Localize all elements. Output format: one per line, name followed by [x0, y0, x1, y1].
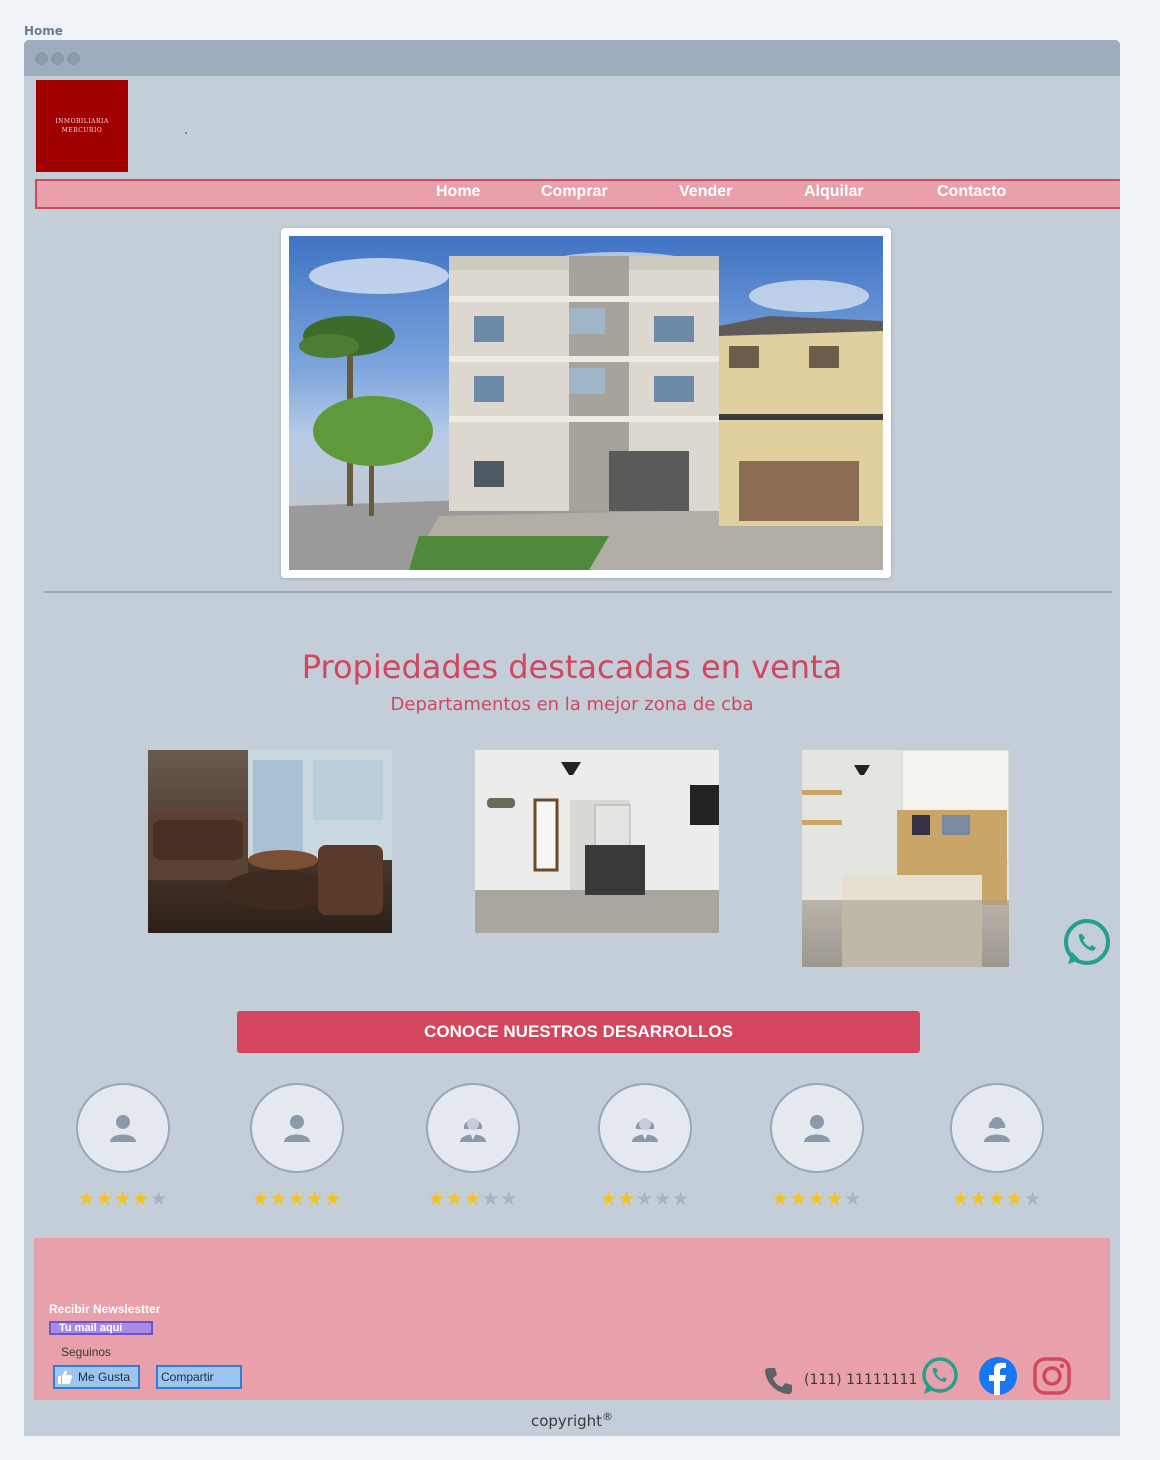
phone-icon[interactable] — [764, 1365, 794, 1395]
star-icon: ★ — [826, 1188, 845, 1210]
star-icon: ★ — [789, 1188, 808, 1210]
window-dot-icon[interactable] — [51, 52, 64, 65]
window-dot-icon[interactable] — [35, 52, 48, 65]
window-dot-icon[interactable] — [67, 52, 80, 65]
star-icon: ★ — [482, 1188, 501, 1210]
agent-rating: ★★★★★ — [73, 1189, 173, 1209]
property-photo-bedroom[interactable] — [802, 750, 1009, 967]
star-icon: ★ — [95, 1188, 114, 1210]
nav-home[interactable]: Home — [436, 183, 480, 201]
star-icon: ★ — [427, 1188, 446, 1210]
like-button[interactable]: Me Gusta — [53, 1365, 140, 1389]
star-icon: ★ — [77, 1188, 96, 1210]
star-icon: ★ — [463, 1188, 483, 1210]
female-agent-icon — [632, 1118, 658, 1142]
star-icon: ★ — [113, 1188, 133, 1210]
star-icon: ★ — [599, 1188, 618, 1210]
star-icon: ★ — [306, 1188, 325, 1210]
agent-rating: ★★★★★ — [767, 1189, 867, 1209]
star-icon: ★ — [1024, 1188, 1043, 1210]
copyright: copyright® — [24, 1410, 1120, 1430]
star-icon: ★ — [150, 1188, 169, 1210]
thumbs-up-icon — [58, 1370, 72, 1384]
user-icon — [284, 1115, 310, 1142]
agent-avatar[interactable] — [950, 1083, 1044, 1173]
section-subtitle: Departamentos en la mejor zona de cba — [390, 694, 754, 715]
star-icon: ★ — [500, 1188, 519, 1210]
agent-rating: ★★★★★ — [423, 1189, 523, 1209]
newsletter-label: Recibir Newslestter — [49, 1302, 161, 1316]
logo-line-1: INMOBILIARIA — [55, 118, 109, 125]
site-logo[interactable]: INMOBILIARIA MERCURIO — [36, 80, 128, 172]
star-icon: ★ — [287, 1188, 307, 1210]
like-label: Me Gusta — [78, 1370, 131, 1384]
star-icon: ★ — [844, 1188, 863, 1210]
agent-card: ★★★★★ — [73, 1083, 173, 1209]
agent-avatar[interactable] — [426, 1083, 520, 1173]
star-icon: ★ — [132, 1188, 151, 1210]
star-icon: ★ — [951, 1188, 970, 1210]
star-icon: ★ — [635, 1188, 655, 1210]
whatsapp-icon[interactable] — [920, 1356, 960, 1396]
nav-contacto[interactable]: Contacto — [937, 183, 1006, 201]
star-icon: ★ — [672, 1188, 691, 1210]
star-icon: ★ — [987, 1188, 1007, 1210]
share-button[interactable]: Compartir — [156, 1365, 242, 1389]
property-photo-living-room[interactable] — [148, 750, 392, 933]
star-icon: ★ — [807, 1188, 827, 1210]
agent-avatar[interactable] — [250, 1083, 344, 1173]
hero-frame — [281, 228, 891, 578]
nav-comprar[interactable]: Comprar — [541, 183, 608, 201]
agent-rating: ★★★★★ — [595, 1189, 695, 1209]
agent-avatar[interactable] — [770, 1083, 864, 1173]
developments-button[interactable]: CONOCE NUESTROS DESARROLLOS — [237, 1011, 920, 1053]
agent-card: ★★★★★ — [423, 1083, 523, 1209]
facebook-icon[interactable] — [978, 1356, 1018, 1396]
share-label: Compartir — [161, 1370, 214, 1384]
property-photo-kitchen[interactable] — [475, 750, 719, 933]
star-icon: ★ — [324, 1188, 343, 1210]
nav-alquilar[interactable]: Alquilar — [804, 183, 864, 201]
decorative-dot — [185, 132, 187, 134]
star-icon: ★ — [617, 1188, 636, 1210]
breadcrumb[interactable]: Home — [24, 24, 63, 38]
agent-avatar[interactable] — [76, 1083, 170, 1173]
user-icon — [804, 1115, 830, 1142]
agent-card: ★★★★★ — [947, 1083, 1047, 1209]
section-divider — [44, 591, 1112, 593]
main-nav: Home Comprar Vender Alquilar Contacto — [35, 179, 1120, 209]
agent-rating: ★★★★★ — [247, 1189, 347, 1209]
agent-rating: ★★★★★ — [947, 1189, 1047, 1209]
browser-window: INMOBILIARIA MERCURIO Home Comprar Vende… — [24, 40, 1120, 1436]
star-icon: ★ — [269, 1188, 288, 1210]
whatsapp-float-icon[interactable] — [1062, 918, 1112, 968]
section-title: Propiedades destacadas en venta — [301, 648, 843, 686]
star-icon: ★ — [1006, 1188, 1025, 1210]
follow-label: Seguinos — [61, 1345, 112, 1359]
instagram-icon[interactable] — [1032, 1356, 1072, 1396]
phone-number: (111) 11111111 — [804, 1372, 918, 1388]
agent-card: ★★★★★ — [247, 1083, 347, 1209]
nav-vender[interactable]: Vender — [679, 183, 732, 201]
star-icon: ★ — [969, 1188, 988, 1210]
female-user-icon — [984, 1117, 1010, 1142]
female-agent-icon — [460, 1118, 486, 1142]
agent-avatar[interactable] — [598, 1083, 692, 1173]
window-titlebar — [24, 40, 1120, 76]
agent-card: ★★★★★ — [767, 1083, 867, 1209]
logo-line-2: MERCURIO — [61, 127, 103, 134]
star-icon: ★ — [771, 1188, 790, 1210]
star-icon: ★ — [251, 1188, 270, 1210]
agent-card: ★★★★★ — [595, 1083, 695, 1209]
user-icon — [110, 1115, 136, 1142]
star-icon: ★ — [445, 1188, 464, 1210]
building-photo — [289, 236, 883, 570]
registered-mark: ® — [602, 1410, 614, 1423]
newsletter-email-input[interactable]: Tu mail aqui — [49, 1321, 153, 1335]
star-icon: ★ — [654, 1188, 673, 1210]
copyright-text: copyright — [530, 1412, 603, 1430]
site-footer: Recibir Newslestter Tu mail aqui Seguino… — [34, 1238, 1110, 1400]
